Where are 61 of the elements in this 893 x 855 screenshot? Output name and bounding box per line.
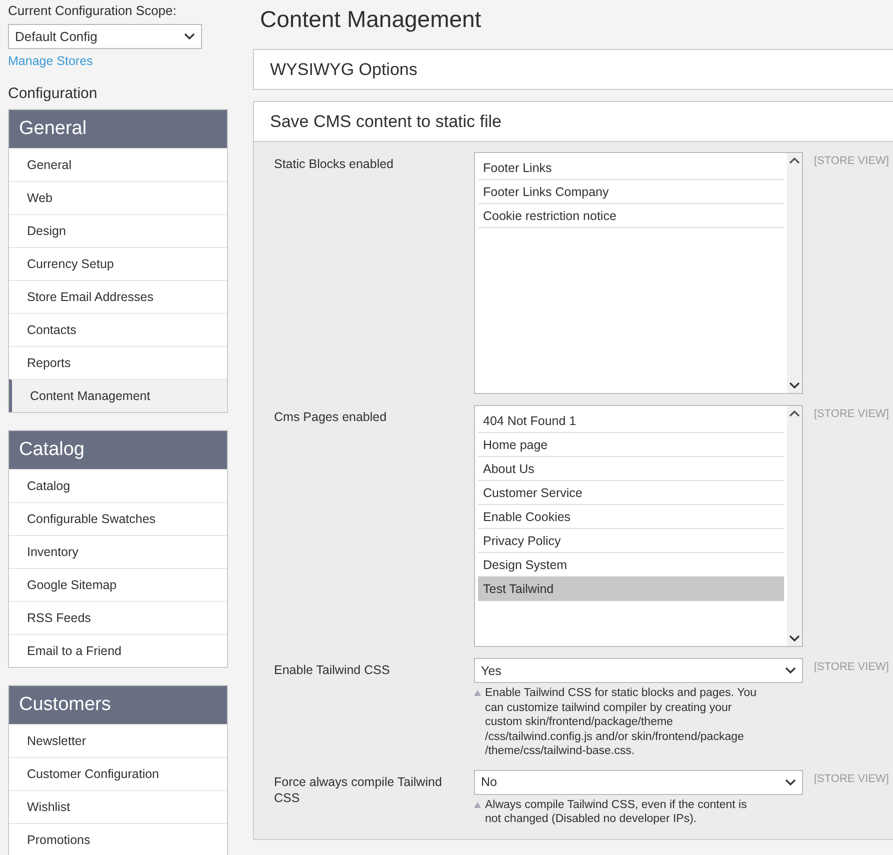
sidebar-item[interactable]: RSS Feeds [9, 601, 227, 634]
field-label: Enable Tailwind CSS [274, 662, 391, 679]
scroll-up-icon[interactable] [789, 410, 800, 417]
list-option[interactable]: Test Tailwind [478, 577, 784, 601]
list-option[interactable]: Footer Links Company [478, 180, 784, 204]
section-header[interactable]: Save CMS content to static file [253, 101, 893, 142]
list-option[interactable]: Privacy Policy [478, 529, 784, 553]
sidebar-item[interactable]: Currency Setup [9, 247, 227, 280]
list-option[interactable]: Customer Service [478, 481, 784, 505]
triangle-icon [474, 690, 481, 696]
sidebar-item[interactable]: Email to a Friend [9, 634, 227, 667]
list-option[interactable]: Footer Links [478, 156, 784, 180]
group-header: General [9, 110, 227, 148]
scope-label: [STORE VIEW] [814, 660, 889, 675]
sidebar-item[interactable]: Store Email Addresses [9, 280, 227, 313]
sidebar-item[interactable]: Design [9, 214, 227, 247]
scroll-up-icon[interactable] [789, 157, 800, 164]
sidebar-item[interactable]: Inventory [9, 535, 227, 568]
scrollbar[interactable] [787, 153, 802, 393]
field-note: Always compile Tailwind CSS, even if the content is not changed (Disabled no developer IPs). [485, 798, 748, 826]
sidebar-item[interactable]: Wishlist [9, 790, 227, 823]
scope-label: [STORE VIEW] [814, 772, 889, 786]
page-title: Content Management [260, 6, 482, 34]
sidebar-item[interactable]: General [9, 148, 227, 181]
sidebar-item[interactable]: Content Management [9, 379, 227, 412]
group-header: Customers [9, 686, 227, 724]
field-label: Force always compile Tailwind CSS [274, 774, 443, 806]
section-header[interactable]: WYSIWYG Options [253, 49, 893, 90]
sidebar-item[interactable]: Web [9, 181, 227, 214]
sidebar-item[interactable]: Catalog [9, 469, 227, 502]
list-option[interactable]: Enable Cookies [478, 505, 784, 529]
sidebar-title: Configuration [8, 85, 98, 102]
list-option[interactable]: About Us [478, 457, 784, 481]
scrollbar[interactable] [787, 406, 802, 646]
group-header: Catalog [9, 431, 227, 469]
scope-label: Current Configuration Scope: [8, 3, 178, 19]
multiselect-list[interactable]: Footer Links Footer Links Company Cookie restriction notice [474, 152, 803, 394]
sidebar-item[interactable]: Google Sitemap [9, 568, 227, 601]
list-option[interactable]: Home page [478, 433, 784, 457]
select-field[interactable]: No [474, 770, 803, 794]
sidebar-item[interactable]: Promotions [9, 823, 227, 855]
field-note: Enable Tailwind CSS for static blocks and pages. You can customize tailwind compiler by creating your custom skin/frontend/package/theme /css/tailwind.config.js and/or skin/frontend/package /theme/css/tailwind-base.css. [485, 686, 758, 758]
sidebar-item[interactable]: Newsletter [9, 724, 227, 757]
chevron-down-icon [184, 33, 195, 40]
multiselect-list[interactable]: 404 Not Found 1 Home page About Us Customer Service Enable Cookies Privacy Policy Design System Test Tailwind [474, 405, 803, 647]
scope-select[interactable]: Default Config [8, 24, 202, 49]
scroll-down-icon [789, 635, 800, 642]
triangle-icon [474, 802, 481, 808]
chevron-down-icon [785, 667, 796, 674]
sidebar-item[interactable]: Contacts [9, 313, 227, 346]
field-label: Static Blocks enabled [274, 156, 395, 173]
list-option[interactable]: 404 Not Found 1 [478, 409, 784, 433]
sidebar-item[interactable]: Customer Configuration [9, 757, 227, 790]
select-field[interactable]: Yes [474, 658, 803, 683]
chevron-down-icon [785, 778, 796, 786]
scope-label: [STORE VIEW] [814, 154, 889, 169]
sidebar-item[interactable]: Configurable Swatches [9, 502, 227, 535]
list-option[interactable]: Cookie restriction notice [478, 204, 784, 228]
scroll-down-icon [789, 382, 800, 389]
scope-label: [STORE VIEW] [814, 407, 889, 422]
field-label: Cms Pages enabled [274, 409, 388, 426]
